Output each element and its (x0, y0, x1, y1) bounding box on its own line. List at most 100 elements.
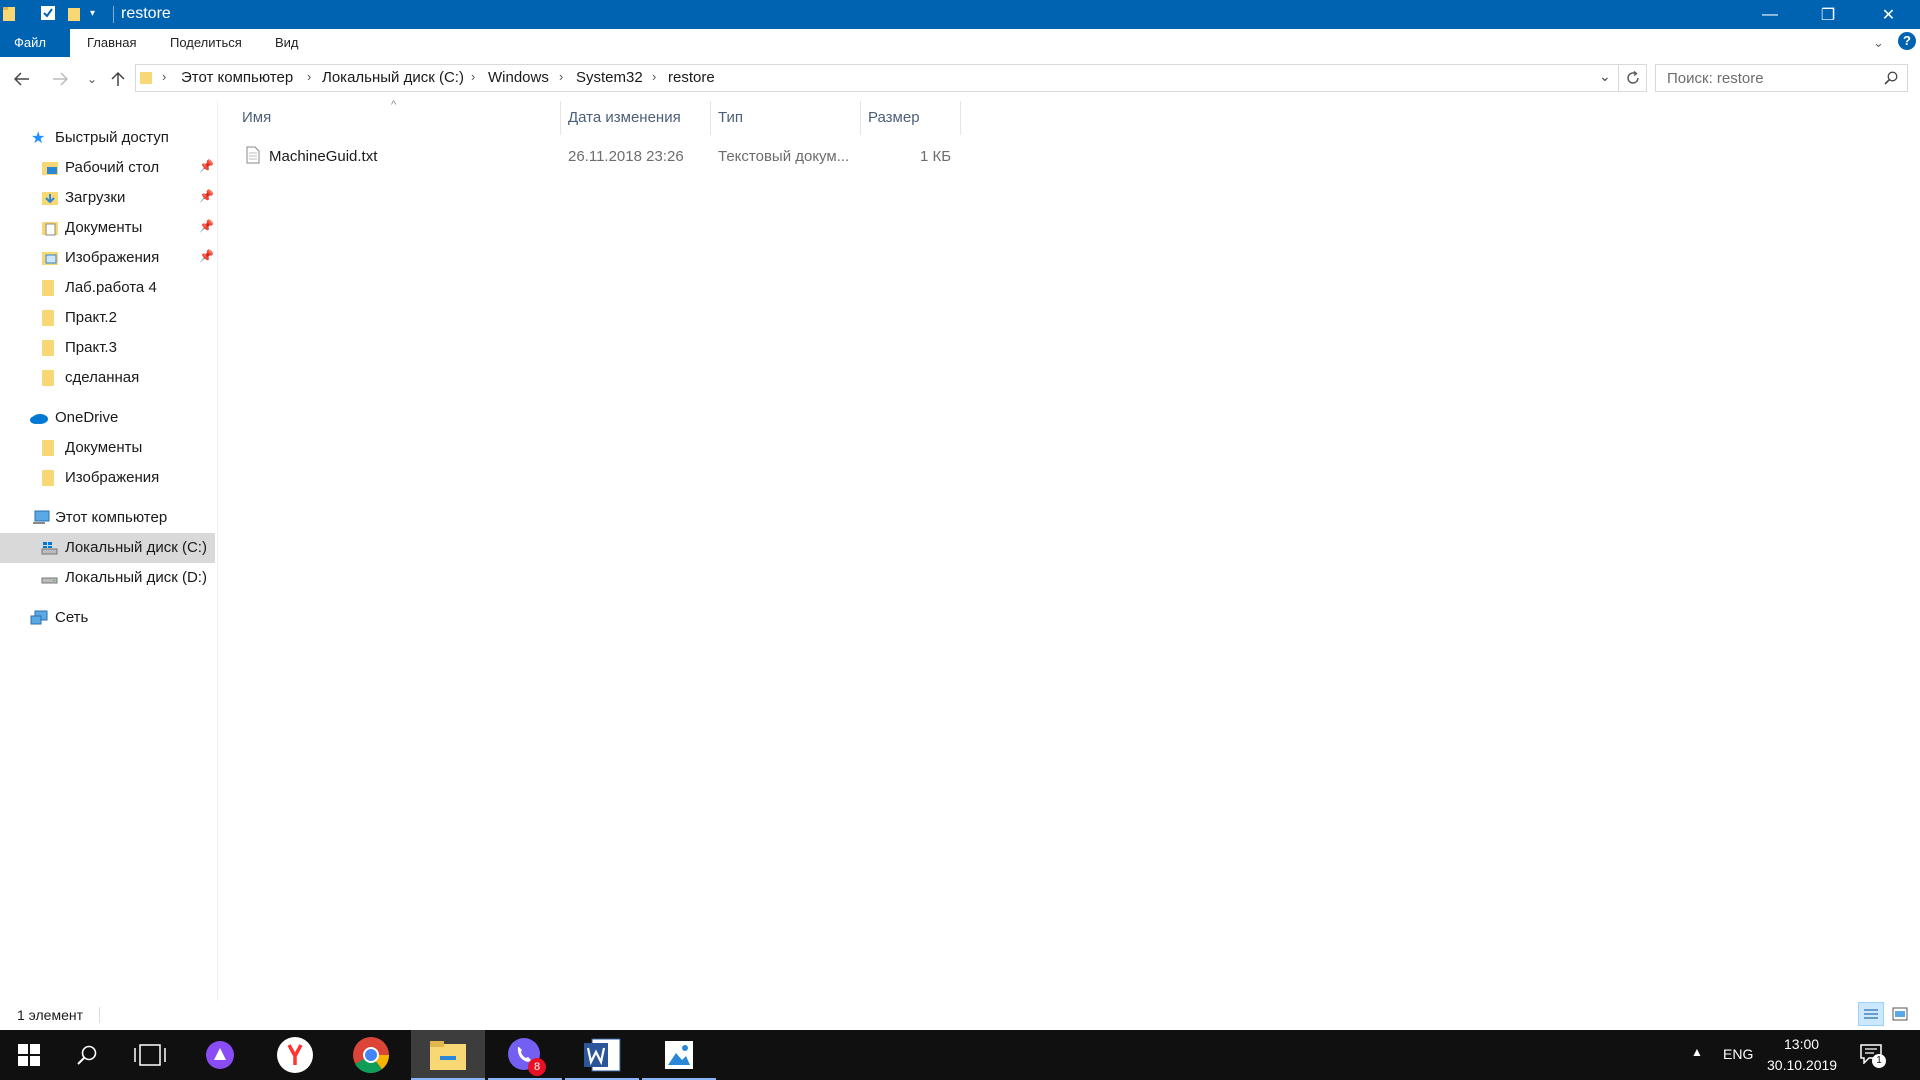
search-box[interactable] (1655, 64, 1908, 92)
navigation-pane: ★ Быстрый доступ Рабочий стол 📌 Загрузки… (0, 101, 218, 1001)
address-history-chevron-icon[interactable]: ⌄ (1599, 68, 1611, 85)
search-taskbar-button[interactable] (58, 1030, 116, 1080)
breadcrumb-local-disk-c[interactable]: Локальный диск (C:) (322, 69, 464, 86)
word-icon (584, 1038, 621, 1072)
help-icon[interactable]: ? (1898, 32, 1916, 50)
maximize-restore-button[interactable]: ❐ (1799, 0, 1857, 29)
file-explorer-button[interactable] (411, 1030, 485, 1080)
breadcrumb-separator-icon[interactable]: › (559, 69, 563, 84)
pin-icon[interactable]: 📌 (199, 219, 214, 233)
file-modified: 26.11.2018 23:26 (568, 148, 684, 165)
word-button[interactable] (565, 1030, 639, 1080)
close-button[interactable]: ✕ (1857, 0, 1920, 29)
nav-item-label: Изображения (65, 469, 160, 486)
breadcrumb-restore[interactable]: restore (668, 69, 715, 86)
nav-this-pc[interactable]: Этот компьютер (0, 503, 215, 533)
nav-item-label: Практ.3 (65, 339, 117, 356)
start-button[interactable] (0, 1030, 58, 1080)
new-folder-quick-icon[interactable] (66, 5, 84, 23)
yandex-browser-icon (277, 1037, 313, 1073)
refresh-button[interactable] (1619, 64, 1647, 92)
expand-ribbon-icon[interactable]: ⌄ (1873, 35, 1884, 51)
customize-quick-access-icon[interactable]: ▾ (90, 8, 108, 26)
task-view-button[interactable] (116, 1030, 184, 1080)
photos-button[interactable] (642, 1030, 716, 1080)
nav-quick-item-lab4[interactable]: Лаб.работа 4 (0, 273, 215, 303)
column-header-type[interactable]: Тип (718, 109, 743, 126)
column-header-name[interactable]: Имя (242, 109, 271, 126)
clock-date[interactable]: 30.10.2019 (1767, 1057, 1837, 1073)
column-header-modified[interactable]: Дата изменения (568, 109, 681, 126)
language-indicator[interactable]: ENG (1723, 1046, 1753, 1062)
nav-drive-d[interactable]: Локальный диск (D:) (0, 563, 215, 593)
breadcrumb-separator-icon[interactable]: › (652, 69, 656, 84)
nav-onedrive-pictures[interactable]: Изображения (0, 463, 215, 493)
back-arrow-icon[interactable] (10, 67, 34, 91)
column-divider[interactable] (560, 101, 561, 135)
nav-quick-item-documents[interactable]: Документы 📌 (0, 213, 215, 243)
title-divider (113, 6, 114, 23)
photos-icon (665, 1041, 693, 1069)
nav-quick-access[interactable]: ★ Быстрый доступ (0, 123, 215, 153)
tab-share[interactable]: Поделиться (156, 29, 256, 57)
breadcrumb-windows[interactable]: Windows (488, 69, 549, 86)
properties-quick-icon[interactable] (40, 5, 58, 23)
breadcrumb-separator-icon[interactable]: › (307, 69, 311, 84)
minimize-button[interactable]: — (1741, 0, 1799, 29)
up-arrow-icon[interactable] (106, 67, 130, 91)
pin-icon[interactable]: 📌 (199, 249, 214, 263)
breadcrumb-system32[interactable]: System32 (576, 69, 643, 86)
action-center-button[interactable]: 1 (1860, 1044, 1886, 1068)
nav-quick-access-label: Быстрый доступ (55, 129, 169, 146)
recent-locations-chevron-icon[interactable]: ⌄ (80, 67, 104, 91)
search-icon[interactable] (1884, 71, 1898, 89)
address-bar[interactable]: › Этот компьютер › Локальный диск (C:) ›… (135, 64, 1619, 92)
status-divider (99, 1007, 100, 1023)
nav-drive-c[interactable]: Локальный диск (C:) (0, 533, 215, 563)
nav-item-label: Практ.2 (65, 309, 117, 326)
breadcrumb-separator-icon[interactable]: › (162, 69, 166, 84)
forward-arrow-icon[interactable] (48, 67, 72, 91)
nav-quick-item-prakt3[interactable]: Практ.3 (0, 333, 215, 363)
pin-icon[interactable]: 📌 (199, 159, 214, 173)
viber-button[interactable]: 8 (488, 1030, 562, 1080)
alice-icon (206, 1041, 234, 1069)
pin-icon[interactable]: 📌 (199, 189, 214, 203)
clock-time[interactable]: 13:00 (1784, 1036, 1819, 1052)
folder-app-icon (2, 5, 20, 23)
chrome-button[interactable] (334, 1030, 408, 1080)
nav-item-label: Загрузки (65, 189, 126, 206)
alice-assistant-button[interactable] (184, 1030, 256, 1080)
tab-home[interactable]: Главная (73, 29, 150, 57)
cloud-icon (29, 410, 48, 426)
sort-ascending-icon: ^ (391, 99, 397, 111)
table-row[interactable]: MachineGuid.txt 26.11.2018 23:26 Текстов… (218, 139, 968, 173)
nav-quick-item-downloads[interactable]: Загрузки 📌 (0, 183, 215, 213)
window-title: restore (121, 5, 171, 22)
item-count: 1 элемент (17, 1007, 84, 1023)
breadcrumb-this-pc[interactable]: Этот компьютер (181, 69, 293, 86)
status-bar: 1 элемент (0, 1001, 1920, 1030)
nav-quick-item-done[interactable]: сделанная (0, 363, 215, 393)
search-input[interactable] (1665, 69, 1879, 88)
nav-network[interactable]: Сеть (0, 603, 215, 633)
column-divider[interactable] (960, 101, 961, 135)
details-view-button[interactable] (1858, 1002, 1884, 1026)
show-hidden-icons-chevron-icon[interactable]: ▲ (1691, 1045, 1703, 1059)
column-divider[interactable] (710, 101, 711, 135)
folder-icon (42, 280, 54, 296)
nav-item-label: Изображения (65, 249, 160, 266)
nav-quick-item-pictures[interactable]: Изображения 📌 (0, 243, 215, 273)
nav-quick-item-desktop[interactable]: Рабочий стол 📌 (0, 153, 215, 183)
column-header-size[interactable]: Размер (868, 109, 920, 126)
nav-onedrive-documents[interactable]: Документы (0, 433, 215, 463)
yandex-browser-button[interactable] (258, 1030, 332, 1080)
nav-onedrive[interactable]: OneDrive (0, 403, 215, 433)
large-icons-view-button[interactable] (1890, 1005, 1910, 1023)
computer-icon (32, 510, 50, 526)
column-divider[interactable] (860, 101, 861, 135)
tab-file[interactable]: Файл (0, 29, 70, 57)
tab-view[interactable]: Вид (261, 29, 313, 57)
breadcrumb-separator-icon[interactable]: › (471, 69, 475, 84)
nav-quick-item-prakt2[interactable]: Практ.2 (0, 303, 215, 333)
